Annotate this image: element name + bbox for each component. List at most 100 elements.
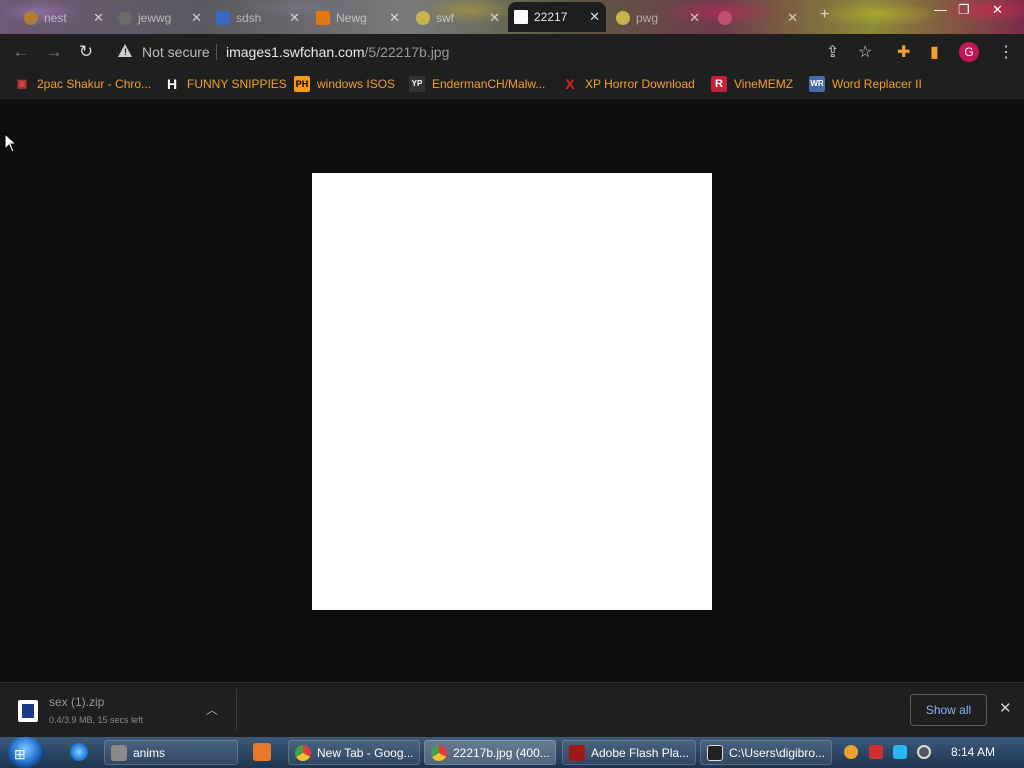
7zip-icon <box>707 744 723 761</box>
close-icon[interactable]: ✕ <box>289 10 300 26</box>
flash-icon <box>569 744 585 761</box>
tab-favicon <box>616 11 630 25</box>
ph-icon: PH <box>294 76 310 92</box>
taskbar-item-new-tab[interactable]: New Tab - Goog... <box>288 740 420 765</box>
taskbar-label: 22217b.jpg (400... <box>453 745 550 760</box>
tab-label: nest <box>44 11 67 25</box>
url-text[interactable]: images1.swfchan.com/5/22217b.jpg <box>226 44 449 60</box>
bookmark-star-icon[interactable]: ☆ <box>858 42 872 62</box>
minimize-icon[interactable]: — <box>934 2 947 17</box>
close-icon[interactable]: ✕ <box>389 10 400 26</box>
h-icon: H <box>166 76 178 92</box>
bookmark-endermanch[interactable]: YP EndermanCH/Malw... <box>409 76 545 92</box>
bookmark-label: EndermanCH/Malw... <box>432 77 546 91</box>
bookmark-label: XP Horror Download <box>585 77 695 91</box>
taskbar-item-7zip[interactable]: C:\Users\digibro... <box>700 740 832 765</box>
tab-favicon <box>718 11 732 25</box>
tab-extra[interactable]: ✕ <box>712 6 804 30</box>
display-tray-icon[interactable] <box>893 745 907 759</box>
yp-icon: YP <box>409 76 425 92</box>
taskbar-item-anims[interactable]: anims <box>104 740 238 765</box>
flag-tray-icon[interactable] <box>869 745 883 759</box>
tab-label: sdsh <box>236 11 262 25</box>
tab-favicon <box>514 10 528 24</box>
tab-jewwg[interactable]: jewwg ✕ <box>112 6 208 30</box>
close-icon[interactable]: ✕ <box>191 10 202 26</box>
chrome-icon <box>431 744 447 761</box>
tab-favicon <box>24 11 38 25</box>
tab-newg[interactable]: Newg ✕ <box>310 6 406 30</box>
window-close-icon[interactable]: ✕ <box>992 2 1003 18</box>
taskbar-label: New Tab - Goog... <box>317 745 414 760</box>
bookmark-label: windows ISOS <box>317 77 396 91</box>
app-icon[interactable] <box>253 743 271 761</box>
bookmark-funny-snippies[interactable]: H FUNNY SNIPPIES <box>164 76 287 92</box>
displayed-image[interactable] <box>312 173 712 610</box>
divider <box>236 689 237 731</box>
chevron-up-icon[interactable]: ︿ <box>206 701 218 718</box>
taskbar-clock[interactable]: 8:14 AM <box>951 745 995 759</box>
windows-logo-icon: ⊞ <box>14 746 26 762</box>
profile-avatar[interactable]: G <box>959 42 979 62</box>
volume-tray-icon[interactable] <box>917 745 931 759</box>
taskbar-item-flash-player[interactable]: Adobe Flash Pla... <box>562 740 696 765</box>
windows-taskbar: ⊞ anims New Tab - Goog... 22217b.jpg (40… <box>0 737 1024 768</box>
close-icon[interactable]: ✕ <box>689 10 700 26</box>
page-viewport <box>0 99 1024 681</box>
url-host: images1.swfchan.com <box>226 44 365 60</box>
tab-nest[interactable]: nest ✕ <box>18 6 110 30</box>
address-bar[interactable]: ! Not secure images1.swfchan.com/5/22217… <box>108 38 888 66</box>
tab-label: jewwg <box>138 11 172 25</box>
bookmark-label: FUNNY SNIPPIES <box>187 77 287 91</box>
download-filename[interactable]: sex (1).zip <box>49 695 104 709</box>
tab-strip: nest ✕ jewwg ✕ sdsh ✕ Newg ✕ swf ✕ 22217… <box>0 0 1024 34</box>
tab-favicon <box>216 11 230 25</box>
share-icon[interactable]: ⇪ <box>826 42 839 62</box>
folder-icon <box>111 744 127 761</box>
security-indicator[interactable]: Not secure <box>142 44 210 60</box>
search-tray-icon[interactable] <box>844 745 858 759</box>
download-status: 0.4/3.9 MB, 15 secs left <box>49 715 144 725</box>
chrome-icon <box>295 744 311 761</box>
bookmark-xp-horror[interactable]: X XP Horror Download <box>562 76 695 92</box>
tab-favicon <box>118 11 132 25</box>
close-icon[interactable]: ✕ <box>787 10 798 26</box>
extensions-icon[interactable]: ✚ <box>897 42 910 62</box>
close-icon[interactable]: ✕ <box>93 10 104 26</box>
close-icon[interactable]: ✕ <box>999 699 1012 717</box>
reload-icon[interactable]: ↻ <box>75 41 97 63</box>
back-icon[interactable]: ← <box>10 41 32 63</box>
wr-icon: WR <box>809 76 825 92</box>
tab-22217[interactable]: 22217 ✕ <box>508 2 606 32</box>
restore-icon[interactable]: ❐ <box>958 2 970 18</box>
taskbar-label: C:\Users\digibro... <box>729 745 826 760</box>
bookmark-windows-isos[interactable]: PH windows ISOS <box>294 76 395 92</box>
bookmarks-bar: ▣ 2pac Shakur - Chro... H FUNNY SNIPPIES… <box>0 70 1024 99</box>
tab-label: Newg <box>336 11 367 25</box>
internet-explorer-icon[interactable] <box>70 743 88 761</box>
mouse-cursor <box>4 133 16 153</box>
show-all-button[interactable]: Show all <box>910 694 987 726</box>
menu-icon[interactable]: ⋮ <box>998 42 1014 62</box>
r-icon: R <box>711 76 727 92</box>
divider <box>216 44 217 60</box>
bookmark-vinememz[interactable]: R VineMEMZ <box>711 76 793 92</box>
forward-icon[interactable]: → <box>43 41 65 63</box>
close-icon[interactable]: ✕ <box>489 10 500 26</box>
tab-label: swf <box>436 11 454 25</box>
tab-label: pwg <box>636 11 659 25</box>
tab-label: 22217 <box>534 10 568 24</box>
url-path: /5/22217b.jpg <box>364 44 450 60</box>
tab-pwg[interactable]: pwg ✕ <box>610 6 706 30</box>
bookmark-2pac[interactable]: ▣ 2pac Shakur - Chro... <box>14 76 151 92</box>
close-icon[interactable]: ✕ <box>589 9 600 25</box>
taskbar-item-22217b[interactable]: 22217b.jpg (400... <box>424 740 556 765</box>
browser-toolbar: ← → ↻ ! Not secure images1.swfchan.com/5… <box>0 34 1024 70</box>
tab-sdsh[interactable]: sdsh ✕ <box>210 6 306 30</box>
bookmark-word-replacer[interactable]: WR Word Replacer II <box>809 76 922 92</box>
side-panel-icon[interactable]: ▮ <box>930 42 939 62</box>
tab-swf[interactable]: swf ✕ <box>410 6 506 30</box>
new-tab-icon[interactable]: + <box>820 6 829 24</box>
bookmark-label: Word Replacer II <box>832 77 922 91</box>
download-shelf: sex (1).zip 0.4/3.9 MB, 15 secs left ︿ S… <box>0 682 1024 737</box>
